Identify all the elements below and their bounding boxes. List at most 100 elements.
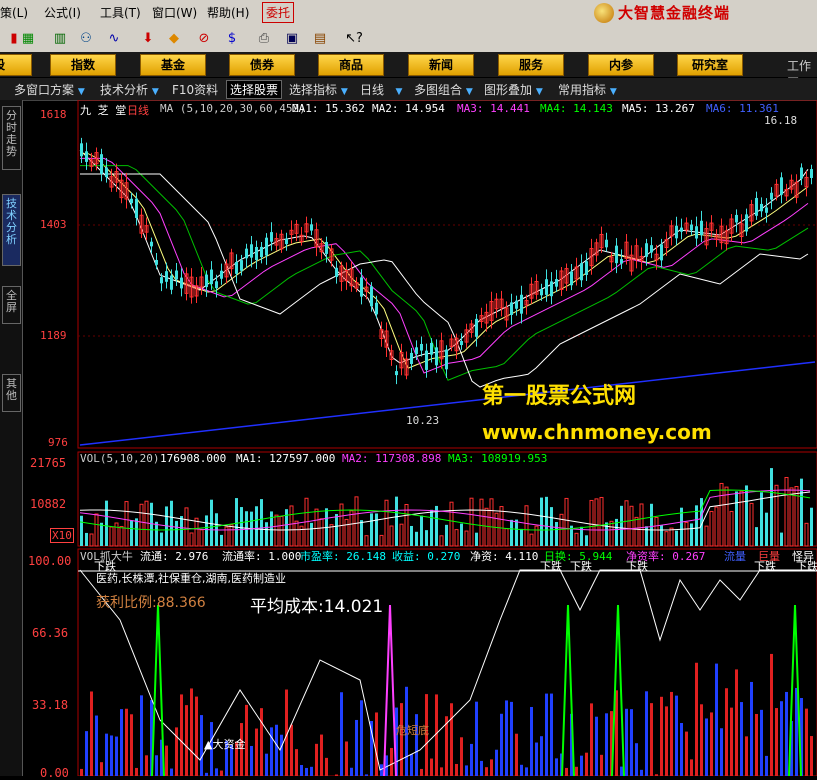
candle-body <box>215 281 218 288</box>
nav-bond-button[interactable]: 债券 <box>229 54 295 76</box>
volume-bar <box>460 524 463 546</box>
volume-bar <box>465 531 468 546</box>
menu-help[interactable]: 帮助(H) <box>207 4 249 21</box>
tab-tech-analysis[interactable]: 技术分析 ▼ <box>100 81 159 98</box>
volume-bar <box>430 510 433 546</box>
volume-bar <box>445 525 448 546</box>
volume-bar <box>710 511 713 546</box>
chart-bars-icon[interactable]: ▦ <box>18 29 38 47</box>
menu-tools[interactable]: 工具(T) <box>100 4 141 21</box>
price-axis-tick: 1403 <box>40 218 67 231</box>
candle-body <box>770 193 773 200</box>
volume-bar <box>480 499 483 546</box>
indicator-bar <box>485 767 488 776</box>
indicator-spike <box>152 605 164 776</box>
indicator-bar <box>460 737 463 776</box>
indicator-bar <box>280 735 283 776</box>
indicator-bar <box>260 708 263 776</box>
wave-icon[interactable]: ∿ <box>104 29 124 47</box>
tab-select-stock[interactable]: 选择股票 <box>226 80 282 99</box>
bars-icon[interactable]: ▥ <box>50 29 70 47</box>
indicator-bar <box>710 712 713 776</box>
ban-icon[interactable]: ⊘ <box>194 29 214 47</box>
candle-body <box>170 276 173 290</box>
tab-select-indicator[interactable]: 选择指标 ▼ <box>289 81 348 98</box>
indicator-bar <box>630 709 633 776</box>
tab-f10[interactable]: F10资料 <box>172 81 218 98</box>
indicator-bar <box>525 767 528 776</box>
watermark-url: www.chnmoney.com <box>482 420 712 444</box>
candles <box>80 138 813 384</box>
menu-window[interactable]: 窗口(W) <box>152 4 197 21</box>
entrust-button[interactable]: 委托 <box>262 2 294 23</box>
indicator-bar <box>170 769 173 776</box>
volume-bar <box>450 502 453 546</box>
tab-graph-overlay[interactable]: 图形叠加 ▼ <box>484 81 543 98</box>
menu-policy[interactable]: 策(L) <box>0 4 28 21</box>
volume-bar <box>200 530 203 546</box>
nav-service-button[interactable]: 服务 <box>498 54 564 76</box>
candle-body <box>425 351 428 370</box>
books-icon[interactable]: ▤ <box>310 29 330 47</box>
tab-daily-label: 日线 <box>360 83 384 97</box>
vol-scale-badge: X10 <box>50 528 74 543</box>
tab-common-indicator[interactable]: 常用指标 ▼ <box>558 81 617 98</box>
volume-bar <box>520 529 523 546</box>
arrow-down-icon[interactable]: ⬇ <box>138 29 158 47</box>
fall-label: 下跌 <box>540 558 562 574</box>
printer-icon[interactable]: ⎙ <box>254 29 274 47</box>
candle-body <box>220 271 223 279</box>
window-icon[interactable]: ▣ <box>282 29 302 47</box>
volume-bar <box>595 499 598 546</box>
indicator-bar <box>140 695 143 776</box>
volume-bar <box>80 516 83 546</box>
volume-bar <box>270 511 273 546</box>
volume-bar <box>470 498 473 546</box>
dropdown-arrow-icon: ▼ <box>536 87 543 97</box>
nav-research-button[interactable]: 研究室 <box>677 54 743 76</box>
diamond-icon[interactable]: ◆ <box>164 29 184 47</box>
volume-bar <box>475 533 478 546</box>
nav-insider-button[interactable]: 内参 <box>588 54 654 76</box>
ma5-value: 13.267 <box>655 102 695 115</box>
candle-body <box>735 215 738 223</box>
tab-graph-overlay-label: 图形叠加 <box>484 83 532 97</box>
dollar-icon[interactable]: $ <box>222 29 242 47</box>
indicator-axis-tick: 100.00 <box>28 554 71 568</box>
ma5-name: MA5: <box>622 102 649 115</box>
nav-news-button[interactable]: 新闻 <box>408 54 474 76</box>
volume-bar <box>100 523 103 546</box>
candle-body <box>210 270 213 285</box>
nav-commodity-button[interactable]: 商品 <box>318 54 384 76</box>
help-cursor-icon[interactable]: ↖? <box>344 29 364 47</box>
binoculars-icon[interactable]: ⚇ <box>76 29 96 47</box>
candle-body <box>765 207 768 212</box>
candle-body <box>615 246 618 263</box>
menu-formula[interactable]: 公式(I) <box>44 4 81 21</box>
vol-ma1-name: MA1: <box>236 452 263 465</box>
nav-bar: 股 指数 基金 债券 商品 新闻 服务 内参 研究室 工作区 <box>0 52 817 77</box>
indicator-bar <box>805 709 808 776</box>
volume-bar <box>440 536 443 546</box>
nav-stock-button[interactable]: 股 <box>0 54 32 76</box>
ma1-name: MA1: <box>292 102 319 115</box>
ma2-value: 14.954 <box>405 102 445 115</box>
profit-ratio-value: 88.366 <box>157 595 206 611</box>
nav-fund-button[interactable]: 基金 <box>140 54 206 76</box>
candle-body <box>410 353 413 364</box>
vol-ma3: MA3: 108919.953 <box>448 452 547 465</box>
indicator-bar <box>760 710 763 776</box>
indicator-bar <box>85 731 88 776</box>
average-cost-label: 平均成本: <box>250 597 324 617</box>
tab-multi-window-label: 多窗口方案 <box>14 83 74 97</box>
indicator-bar <box>115 737 118 776</box>
candle-body <box>690 225 693 231</box>
stat-pe-value: 26.148 <box>346 550 386 563</box>
tab-daily[interactable]: 日线 ▼ <box>360 81 402 98</box>
candle-body <box>245 249 248 259</box>
ma2-legend: MA2: 14.954 <box>372 102 445 115</box>
tab-overlay[interactable]: 多图组合 ▼ <box>414 81 473 98</box>
volume-bar <box>590 500 593 546</box>
tab-multi-window[interactable]: 多窗口方案 ▼ <box>14 81 85 98</box>
nav-index-button[interactable]: 指数 <box>50 54 116 76</box>
